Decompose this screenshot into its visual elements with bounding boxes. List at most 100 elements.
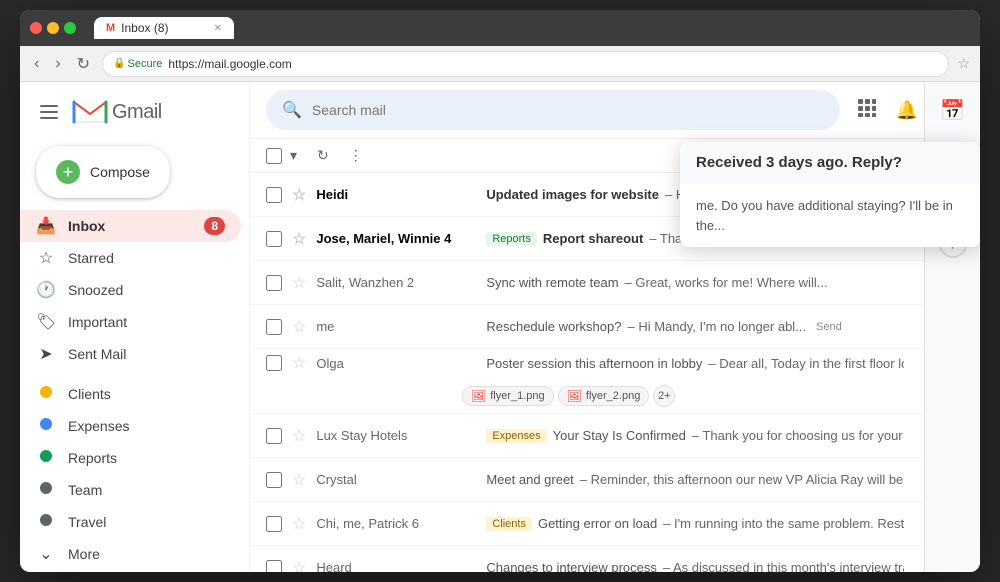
email-tag: Clients — [486, 517, 532, 531]
table-row[interactable]: ☆ Heard Changes to interview process – A… — [250, 546, 980, 572]
sidebar-item-expenses[interactable]: Expenses — [20, 410, 241, 442]
inbox-icon: 📥 — [36, 216, 56, 236]
tooltip-header: Received 3 days ago. Reply? — [680, 142, 980, 184]
table-row[interactable]: ☆ Olga Poster session this afternoon in … — [250, 349, 980, 414]
sidebar: Gmail + Compose 📥 Inbox 8 ☆ Starred 🕐 Sn… — [20, 82, 250, 572]
close-dot[interactable] — [30, 22, 42, 34]
more-attachments-button[interactable]: 2+ — [653, 385, 675, 407]
attachment-chips: 🖼 flyer_1.png 🖼 flyer_2.png 2+ — [266, 385, 964, 407]
select-dropdown-button[interactable]: ▾ — [284, 143, 303, 168]
sidebar-item-snoozed[interactable]: 🕐 Snoozed — [20, 274, 241, 306]
email-preview: Expenses Your Stay Is Confirmed – Thank … — [486, 427, 904, 444]
more-actions-button[interactable]: ⋮ — [343, 143, 369, 168]
address-bar[interactable]: 🔒 Secure https://mail.google.com — [102, 51, 949, 77]
email-subject: Updated images for website — [486, 187, 659, 202]
attachment-name: flyer_2.png — [586, 390, 640, 402]
forward-button[interactable]: › — [51, 53, 64, 75]
tooltip-title: Received 3 days ago. Reply? — [696, 154, 902, 171]
star-button[interactable]: ☆ — [292, 185, 306, 205]
star-button[interactable]: ☆ — [292, 273, 306, 293]
snoozed-icon: 🕐 — [36, 280, 56, 300]
email-preview: Clients Getting error on load – I'm runn… — [486, 516, 904, 531]
attachment-name: flyer_1.png — [490, 390, 544, 402]
sidebar-item-travel[interactable]: Travel — [20, 506, 241, 538]
star-button[interactable]: ☆ — [292, 353, 306, 373]
attachment-chip[interactable]: 🖼 flyer_1.png — [462, 386, 554, 406]
browser-toolbar: ‹ › ↻ 🔒 Secure https://mail.google.com ☆ — [20, 46, 980, 82]
email-snippet: – Reminder, this afternoon our new VP Al… — [580, 472, 904, 487]
search-bar[interactable]: 🔍 — [266, 90, 840, 130]
lock-icon: 🔒 — [113, 58, 125, 69]
email-subject: Your Stay Is Confirmed — [553, 428, 686, 443]
hamburger-menu-button[interactable] — [36, 101, 62, 123]
sidebar-item-reports[interactable]: Reports — [20, 442, 241, 474]
inbox-badge: 8 — [204, 217, 225, 235]
sidebar-item-inbox[interactable]: 📥 Inbox 8 — [20, 210, 241, 242]
star-button[interactable]: ☆ — [292, 470, 306, 490]
table-row[interactable]: ☆ Crystal Meet and greet – Reminder, thi… — [250, 458, 980, 502]
sidebar-item-team[interactable]: Team — [20, 474, 241, 506]
expenses-dot — [40, 418, 52, 430]
minimize-dot[interactable] — [47, 22, 59, 34]
bookmark-button[interactable]: ☆ — [957, 55, 970, 72]
table-row[interactable]: ☆ Chi, me, Patrick 6 Clients Getting err… — [250, 502, 980, 546]
expenses-label: Expenses — [68, 418, 225, 434]
email-subject: Report shareout — [543, 231, 643, 246]
compose-button[interactable]: + Compose — [36, 146, 170, 198]
search-icon: 🔍 — [282, 100, 302, 120]
sidebar-item-clients[interactable]: Clients — [20, 378, 241, 410]
star-button[interactable]: ☆ — [292, 317, 306, 337]
compose-plus-icon: + — [56, 160, 80, 184]
tab-close-btn[interactable]: ✕ — [214, 23, 222, 34]
star-button[interactable]: ☆ — [292, 514, 306, 534]
reports-label: Reports — [68, 450, 225, 466]
email-subject: Meet and greet — [486, 472, 573, 487]
apps-button[interactable] — [852, 93, 882, 128]
compose-label: Compose — [90, 164, 150, 180]
email-sender: Salit, Wanzhen 2 — [316, 275, 476, 290]
hamburger-line — [40, 111, 58, 113]
email-sender: Lux Stay Hotels — [316, 428, 476, 443]
hamburger-line — [40, 105, 58, 107]
active-tab[interactable]: M Inbox (8) ✕ — [94, 17, 234, 39]
notifications-button[interactable]: 🔔 — [890, 94, 924, 127]
star-button[interactable]: ☆ — [292, 229, 306, 249]
sidebar-item-important[interactable]: 🏷 Important — [20, 306, 241, 338]
sidebar-item-starred[interactable]: ☆ Starred — [20, 242, 241, 274]
email-checkbox[interactable] — [266, 231, 282, 247]
clients-dot — [40, 386, 52, 398]
email-checkbox[interactable] — [266, 275, 282, 291]
image-icon: 🖼 — [471, 389, 486, 403]
refresh-button[interactable]: ↻ — [311, 143, 335, 168]
email-checkbox[interactable] — [266, 560, 282, 573]
email-snippet: – Hi Mandy, I'm no longer abl... — [627, 319, 806, 334]
reload-button[interactable]: ↻ — [73, 52, 94, 76]
maximize-dot[interactable] — [64, 22, 76, 34]
sidebar-item-more[interactable]: ⌄ More — [20, 538, 241, 570]
table-row[interactable]: ☆ Lux Stay Hotels Expenses Your Stay Is … — [250, 414, 980, 458]
email-checkbox[interactable] — [266, 187, 282, 203]
email-checkbox[interactable] — [266, 472, 282, 488]
back-button[interactable]: ‹ — [30, 53, 43, 75]
table-row[interactable]: ☆ me Reschedule workshop? – Hi Mandy, I'… — [250, 305, 980, 349]
important-label: Important — [68, 314, 225, 330]
email-snippet: – Dear all, Today in the first floor lob… — [708, 356, 904, 371]
email-checkbox[interactable] — [266, 428, 282, 444]
star-button[interactable]: ☆ — [292, 426, 306, 446]
table-row[interactable]: ☆ Salit, Wanzhen 2 Sync with remote team… — [250, 261, 980, 305]
search-input[interactable] — [312, 102, 824, 118]
sidebar-item-sent[interactable]: ➤ Sent Mail — [20, 338, 241, 370]
clients-label: Clients — [68, 386, 225, 402]
star-button[interactable]: ☆ — [292, 558, 306, 573]
important-icon: 🏷 — [36, 312, 56, 332]
email-sender: me — [316, 319, 476, 334]
email-checkbox[interactable] — [266, 319, 282, 335]
email-sender: Olga — [316, 356, 476, 371]
email-checkbox[interactable] — [266, 355, 282, 371]
email-checkbox[interactable] — [266, 516, 282, 532]
email-snippet: – Great, works for me! Where will... — [625, 275, 828, 290]
select-all-checkbox[interactable] — [266, 148, 282, 164]
email-preview: Reschedule workshop? – Hi Mandy, I'm no … — [486, 319, 904, 334]
attachment-chip[interactable]: 🖼 flyer_2.png — [558, 386, 650, 406]
calendar-panel-button[interactable]: 📅 — [933, 90, 973, 130]
